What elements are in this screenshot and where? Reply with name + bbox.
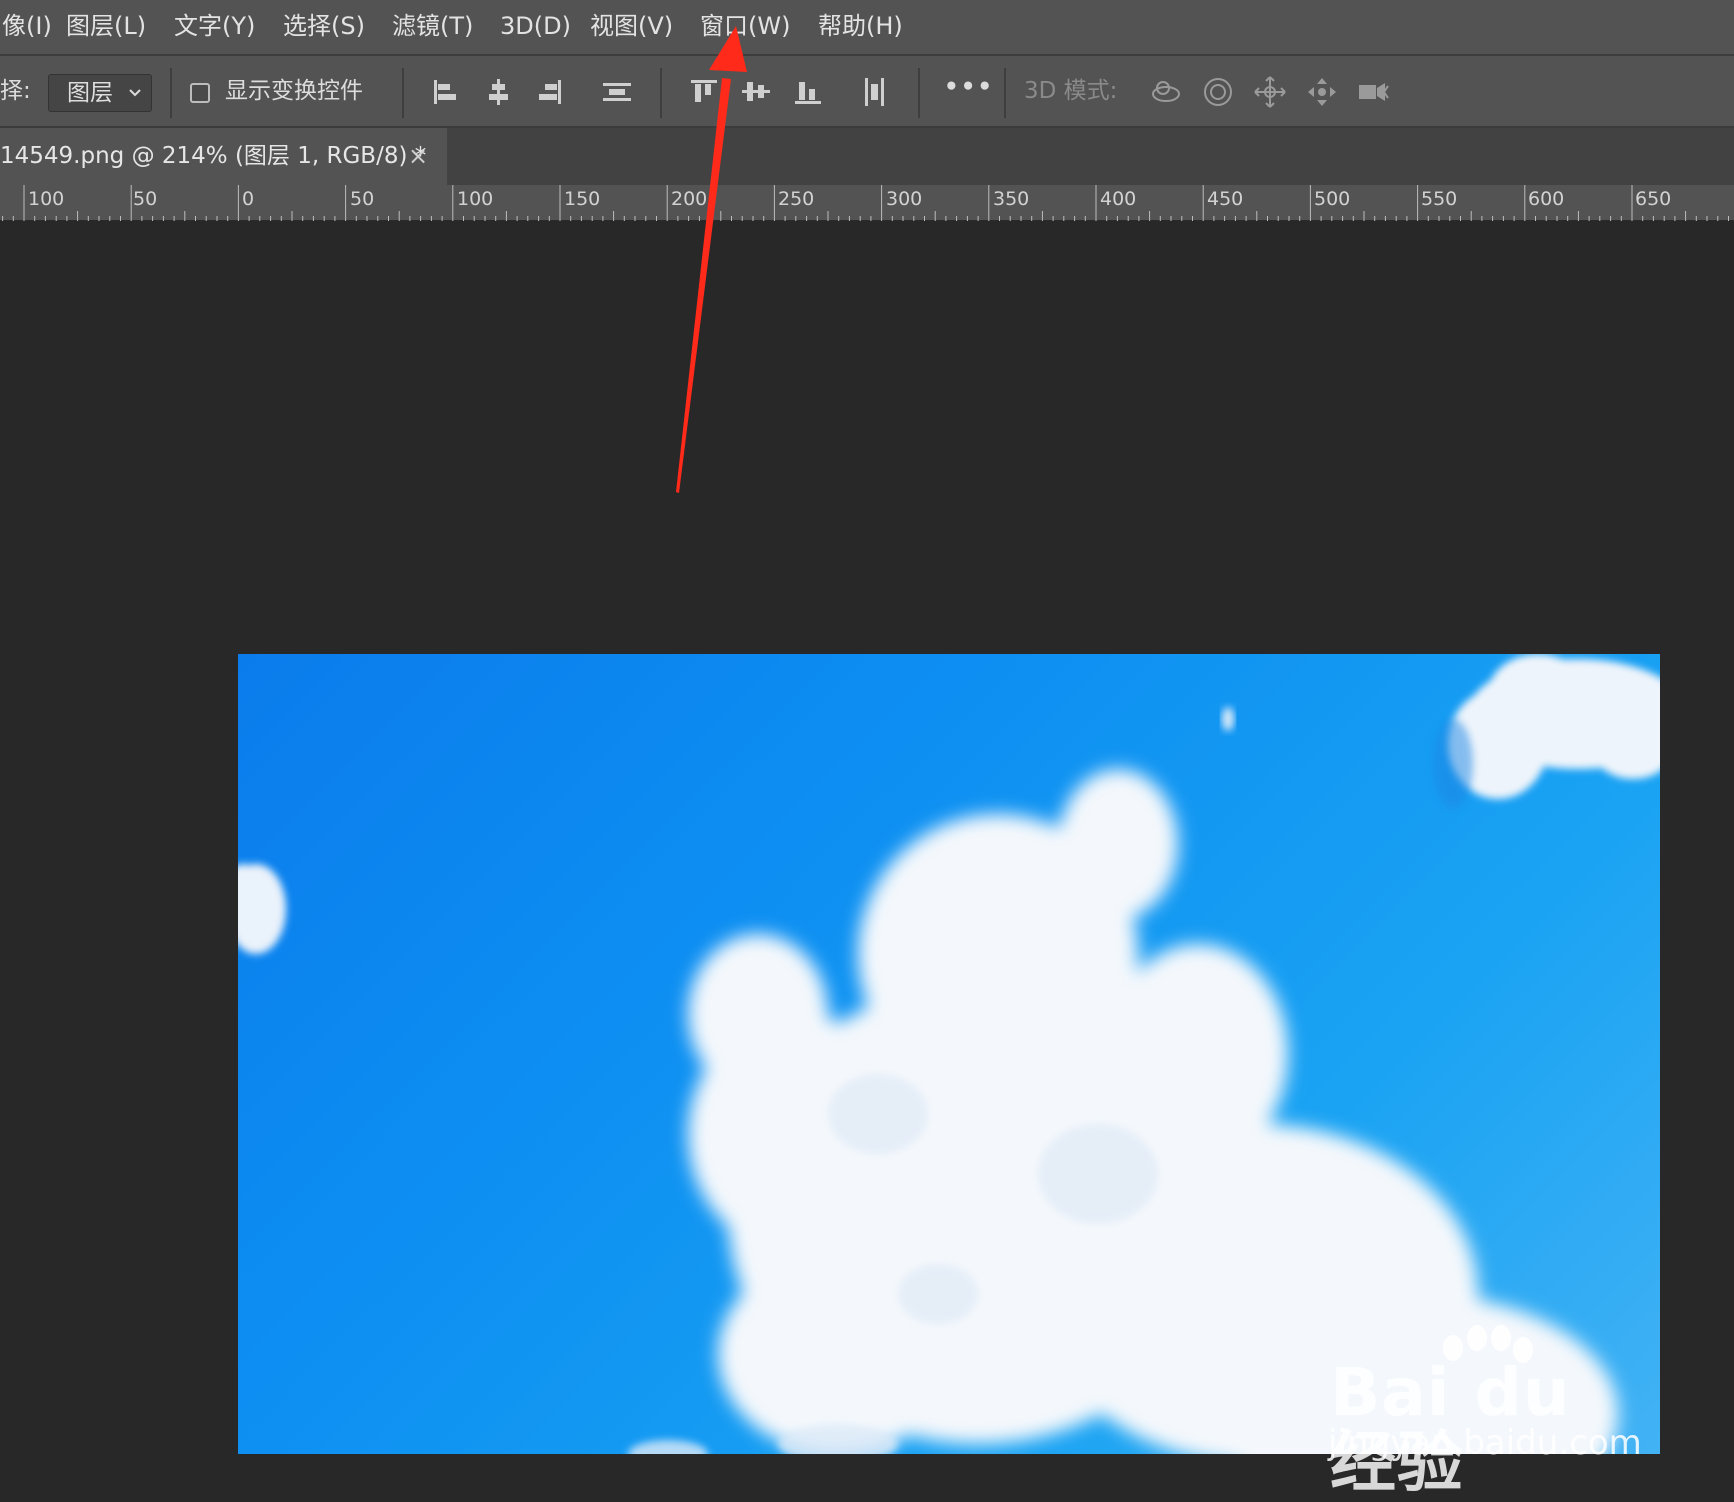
ruler-label: 0 bbox=[242, 188, 255, 210]
ruler-label: 100 bbox=[28, 188, 65, 210]
ruler-label: 200 bbox=[671, 188, 708, 210]
document-tab[interactable]: 14549.png @ 214% (图层 1, RGB/8) * × bbox=[0, 128, 447, 185]
ruler-label: 400 bbox=[1100, 188, 1137, 210]
layer-select[interactable]: 图层 bbox=[48, 74, 152, 112]
ruler-label: 300 bbox=[886, 188, 923, 210]
ruler-label: 350 bbox=[993, 188, 1030, 210]
align-vcenter-icon[interactable] bbox=[738, 74, 774, 110]
ruler-label: 450 bbox=[1207, 188, 1244, 210]
separator bbox=[660, 68, 662, 118]
show-transform-label: 显示变换控件 bbox=[225, 78, 363, 104]
close-icon[interactable]: × bbox=[408, 141, 428, 171]
scale-3d-icon[interactable] bbox=[1356, 74, 1392, 110]
distribute-horizontal-icon[interactable] bbox=[599, 74, 635, 110]
ruler-label: 50 bbox=[350, 188, 375, 210]
menu-bar: 像(I) 图层(L) 文字(Y) 选择(S) 滤镜(T) 3D(D) 视图(V)… bbox=[0, 0, 1734, 56]
separator bbox=[402, 68, 404, 118]
ruler-label: 650 bbox=[1635, 188, 1672, 210]
distribute-vertical-icon[interactable] bbox=[857, 74, 893, 110]
ruler-label: 250 bbox=[778, 188, 815, 210]
roll-3d-icon[interactable] bbox=[1200, 74, 1236, 110]
slide-3d-icon[interactable] bbox=[1304, 74, 1340, 110]
show-transform-checkbox[interactable] bbox=[190, 83, 210, 103]
more-options-button[interactable]: ••• bbox=[944, 72, 994, 102]
ruler-ticks bbox=[2, 185, 1729, 221]
ruler-label: 150 bbox=[564, 188, 601, 210]
orbit-3d-icon[interactable] bbox=[1148, 74, 1184, 110]
pan-3d-icon[interactable] bbox=[1252, 74, 1288, 110]
document-tab-title: 14549.png @ 214% (图层 1, RGB/8) * bbox=[0, 143, 427, 169]
align-left-icon[interactable] bbox=[427, 74, 463, 110]
menu-3d[interactable]: 3D(D) bbox=[498, 8, 573, 44]
align-bottom-icon[interactable] bbox=[790, 74, 826, 110]
options-bar: 择: 图层 显示变换控件 ••• 3D 模式: bbox=[0, 56, 1734, 128]
menu-filter[interactable]: 滤镜(T) bbox=[390, 8, 475, 44]
ruler-label: 50 bbox=[133, 188, 158, 210]
menu-image[interactable]: 像(I) bbox=[0, 8, 54, 44]
auto-select-label: 择: bbox=[0, 78, 31, 104]
align-right-icon[interactable] bbox=[532, 74, 568, 110]
menu-select[interactable]: 选择(S) bbox=[281, 8, 367, 44]
ruler-label: 550 bbox=[1421, 188, 1458, 210]
layer-select-value: 图层 bbox=[67, 80, 113, 106]
ruler-label: 600 bbox=[1528, 188, 1565, 210]
ruler-label: 100 bbox=[457, 188, 494, 210]
menu-help[interactable]: 帮助(H) bbox=[816, 8, 905, 44]
ruler-label: 500 bbox=[1314, 188, 1351, 210]
watermark-url: jingyan.baidu.com bbox=[1328, 1423, 1642, 1463]
separator bbox=[1004, 68, 1006, 118]
separator bbox=[918, 68, 920, 118]
horizontal-ruler[interactable]: 100 50 0 50 100 150 200 250 300 350 400 … bbox=[0, 185, 1734, 221]
separator bbox=[170, 68, 172, 118]
chevron-down-icon bbox=[127, 81, 143, 103]
baidu-watermark: Bai du 经验 jingyan.baidu.com bbox=[1320, 1320, 1650, 1498]
menu-window[interactable]: 窗口(W) bbox=[698, 8, 792, 44]
menu-layer[interactable]: 图层(L) bbox=[64, 8, 148, 44]
photoshop-window: 像(I) 图层(L) 文字(Y) 选择(S) 滤镜(T) 3D(D) 视图(V)… bbox=[0, 0, 1734, 1502]
menu-type[interactable]: 文字(Y) bbox=[172, 8, 257, 44]
menu-view[interactable]: 视图(V) bbox=[588, 8, 675, 44]
document-tab-bar: 14549.png @ 214% (图层 1, RGB/8) * × bbox=[0, 128, 1734, 185]
mode-3d-label: 3D 模式: bbox=[1024, 78, 1118, 104]
align-top-icon[interactable] bbox=[686, 74, 722, 110]
align-hcenter-icon[interactable] bbox=[480, 74, 516, 110]
